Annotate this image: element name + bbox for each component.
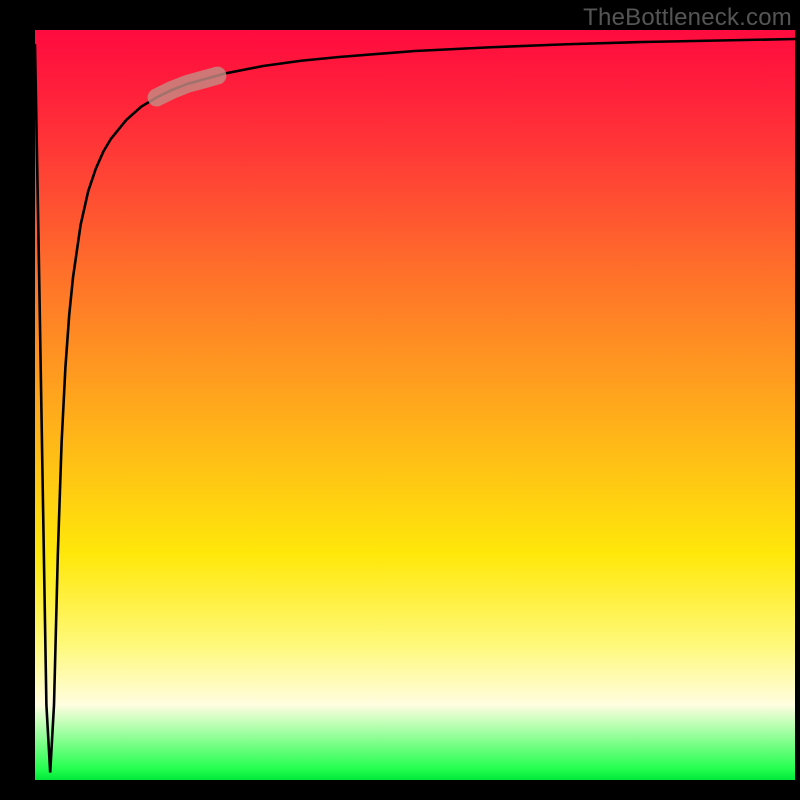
curve-svg <box>35 30 795 780</box>
plot-area <box>35 30 795 780</box>
watermark-text: TheBottleneck.com <box>583 4 792 32</box>
bottleneck-curve-path <box>35 39 795 773</box>
chart-frame: TheBottleneck.com <box>0 0 800 800</box>
